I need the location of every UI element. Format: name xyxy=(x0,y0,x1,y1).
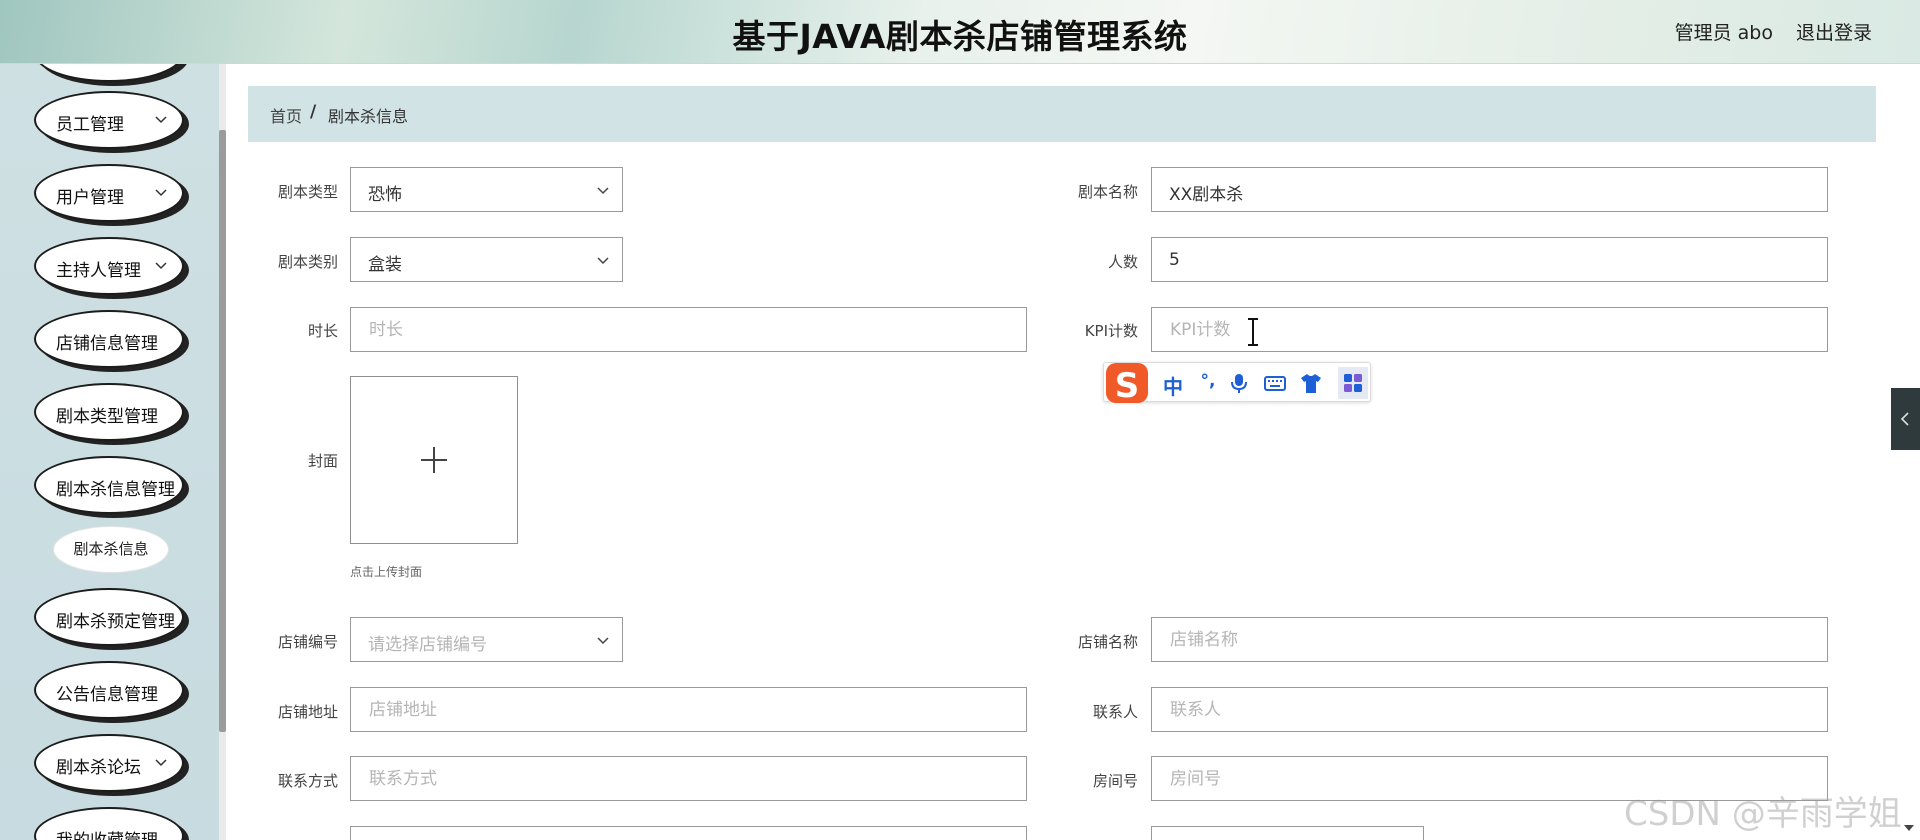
text-cursor-icon xyxy=(1248,318,1258,346)
skin-shirt-icon[interactable] xyxy=(1300,372,1322,394)
shop-address-input[interactable] xyxy=(351,688,1026,731)
shop-name-label: 店铺名称 xyxy=(1077,633,1138,651)
players-field[interactable]: 5 xyxy=(1151,237,1828,282)
microphone-icon[interactable] xyxy=(1228,372,1250,394)
sidebar-item-label: 员工管理 xyxy=(56,115,124,135)
sidebar: 员工管理 用户管理 主持人管理 店铺信息管理 剧本类型管理 剧本杀信息管理 剧本… xyxy=(0,64,219,840)
sidebar-item-staff[interactable]: 员工管理 xyxy=(34,91,184,149)
script-type-select[interactable]: 恐怖 xyxy=(350,167,623,212)
script-type-label: 剧本类型 xyxy=(277,183,338,201)
app-title: 基于JAVA剧本杀店铺管理系统 xyxy=(732,17,1188,56)
logout-link[interactable]: 退出登录 xyxy=(1796,18,1872,45)
ime-punctuation[interactable]: °, xyxy=(1194,371,1222,395)
sidebar-item-label: 公告信息管理 xyxy=(56,685,158,705)
cover-label: 封面 xyxy=(307,452,338,470)
sidebar-item-label: 剧本杀预定管理 xyxy=(56,612,175,632)
duration-label: 时长 xyxy=(307,322,338,340)
submenu-item-script-info[interactable]: 剧本杀信息 xyxy=(54,527,168,572)
cover-upload-hint: 点击上传封面 xyxy=(350,565,423,579)
sogou-logo-icon[interactable]: S xyxy=(1103,359,1151,405)
duration-field[interactable] xyxy=(350,307,1027,352)
sidebar-item-bookings[interactable]: 剧本杀预定管理 xyxy=(34,588,184,646)
chevron-down-icon xyxy=(155,189,167,197)
chevron-down-icon xyxy=(155,116,167,124)
next-row-field[interactable] xyxy=(350,826,1027,840)
breadcrumb: 首页 / 剧本杀信息 xyxy=(248,86,1876,142)
toolbox-grid-icon xyxy=(1344,374,1362,392)
script-type-value: 恐怖 xyxy=(368,185,402,205)
chevron-down-icon xyxy=(597,637,609,645)
players-value: 5 xyxy=(1169,250,1180,270)
svg-text:S: S xyxy=(1115,366,1140,405)
breadcrumb-separator: / xyxy=(310,102,317,122)
chevron-down-icon xyxy=(597,187,609,195)
script-name-label: 剧本名称 xyxy=(1077,183,1138,201)
sidebar-item-script-info[interactable]: 剧本杀信息管理 xyxy=(34,456,184,514)
sidebar-item-users[interactable]: 用户管理 xyxy=(34,164,184,222)
contact-field[interactable] xyxy=(1151,687,1828,732)
script-category-select[interactable]: 盒装 xyxy=(350,237,623,282)
chevron-down-icon xyxy=(155,759,167,767)
contact-input[interactable] xyxy=(1152,688,1827,731)
contact-label: 联系人 xyxy=(1092,703,1138,721)
shop-address-label: 店铺地址 xyxy=(277,703,338,721)
collapse-panel-button[interactable] xyxy=(1891,388,1920,450)
duration-input[interactable] xyxy=(351,308,1026,351)
script-category-value: 盒装 xyxy=(368,255,402,275)
sidebar-item-notices[interactable]: 公告信息管理 xyxy=(34,661,184,719)
sidebar-item-script-types[interactable]: 剧本类型管理 xyxy=(34,383,184,441)
cover-upload-button[interactable] xyxy=(350,376,518,544)
sidebar-item-label: 剧本杀论坛 xyxy=(56,758,141,778)
room-no-label: 房间号 xyxy=(1092,772,1138,790)
plus-icon xyxy=(421,447,447,473)
sidebar-scroll-thumb[interactable] xyxy=(219,130,226,732)
sidebar-item-favorites[interactable]: 我的收藏管理 xyxy=(34,807,184,840)
sidebar-item-label: 剧本杀信息管理 xyxy=(56,480,175,500)
top-header: 基于JAVA剧本杀店铺管理系统 管理员 abo 退出登录 xyxy=(0,0,1920,64)
script-name-field[interactable]: XX剧本杀 xyxy=(1151,167,1828,212)
players-label: 人数 xyxy=(1107,253,1138,271)
chevron-down-icon xyxy=(155,262,167,270)
sidebar-item-label: 我的收藏管理 xyxy=(56,826,158,840)
next-row-select[interactable] xyxy=(1151,826,1424,840)
sidebar-item-partial-top[interactable] xyxy=(34,64,184,82)
breadcrumb-home[interactable]: 首页 xyxy=(270,103,302,127)
contact-method-label: 联系方式 xyxy=(277,772,338,790)
scroll-down-arrow-icon[interactable] xyxy=(1903,822,1915,834)
breadcrumb-current: 剧本杀信息 xyxy=(328,107,409,126)
shop-no-label: 店铺编号 xyxy=(277,633,338,651)
script-name-value: XX剧本杀 xyxy=(1169,185,1244,205)
sidebar-item-shops[interactable]: 店铺信息管理 xyxy=(34,310,184,368)
current-user: 管理员 abo xyxy=(1674,22,1773,44)
sidebar-item-label: 剧本类型管理 xyxy=(56,407,158,427)
sidebar-item-label: 店铺信息管理 xyxy=(56,334,158,354)
sidebar-item-forum[interactable]: 剧本杀论坛 xyxy=(34,734,184,792)
shop-name-input[interactable] xyxy=(1152,618,1827,661)
script-category-label: 剧本类别 xyxy=(277,253,338,271)
sidebar-item-hosts[interactable]: 主持人管理 xyxy=(34,237,184,295)
shop-no-select[interactable]: 请选择店铺编号 xyxy=(350,617,623,662)
ime-toolbar: S 中 °, xyxy=(1103,359,1371,405)
contact-method-field[interactable] xyxy=(350,756,1027,801)
watermark: CSDN @辛雨学姐 xyxy=(1624,794,1902,834)
chevron-left-icon xyxy=(1900,412,1909,426)
ime-toolbox-button[interactable] xyxy=(1338,367,1368,399)
shop-address-field[interactable] xyxy=(350,687,1027,732)
sidebar-item-label: 主持人管理 xyxy=(56,261,141,281)
shop-name-field[interactable] xyxy=(1151,617,1828,662)
sidebar-item-label: 用户管理 xyxy=(56,188,124,208)
contact-method-input[interactable] xyxy=(351,757,1026,800)
kpi-label: KPI计数 xyxy=(1084,322,1138,340)
shop-no-placeholder: 请选择店铺编号 xyxy=(368,635,487,655)
keyboard-icon[interactable] xyxy=(1264,372,1286,394)
chevron-down-icon xyxy=(597,257,609,265)
ime-mode-chinese[interactable]: 中 xyxy=(1160,371,1186,399)
